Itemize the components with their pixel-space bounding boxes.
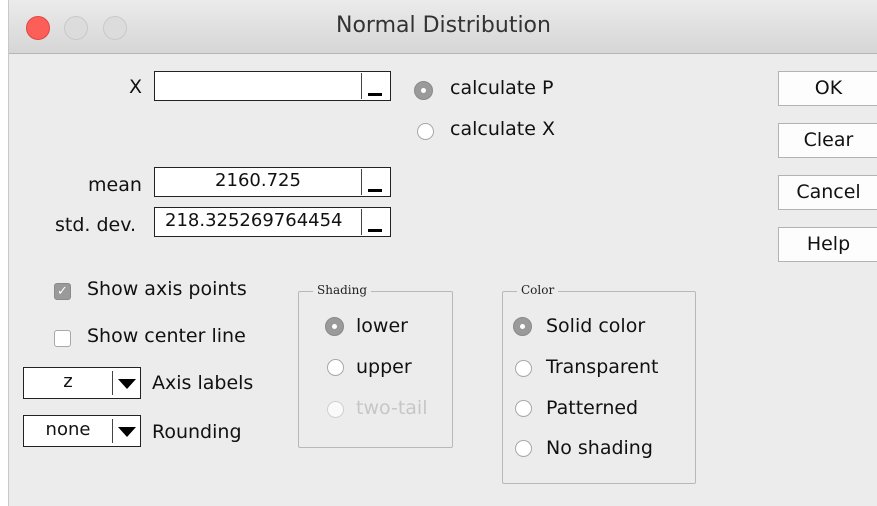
rounding-select[interactable]: none bbox=[23, 415, 141, 447]
x-label: X bbox=[129, 76, 143, 98]
shading-upper-radio[interactable] bbox=[327, 359, 344, 376]
std-dev-field[interactable]: 218.325269764454 bbox=[154, 207, 391, 237]
color-patterned-radio[interactable] bbox=[515, 400, 532, 417]
clear-button[interactable]: Clear bbox=[778, 123, 877, 158]
color-solid-label[interactable]: Solid color bbox=[546, 315, 645, 337]
color-no-shading-radio[interactable] bbox=[515, 440, 532, 457]
normal-distribution-dialog: Normal Distribution X calculate P calcul… bbox=[8, 0, 877, 506]
show-axis-points-label[interactable]: Show axis points bbox=[87, 278, 247, 300]
show-axis-points-checkbox[interactable]: ✓ bbox=[54, 283, 71, 300]
x-field[interactable] bbox=[154, 71, 391, 101]
mean-picker-button[interactable] bbox=[361, 169, 390, 195]
std-dev-label: std. dev. bbox=[55, 214, 137, 236]
color-group-title: Color bbox=[517, 283, 559, 297]
shading-two-tail-label: two-tail bbox=[356, 397, 428, 419]
chevron-down-icon[interactable] bbox=[112, 419, 141, 443]
show-center-line-label[interactable]: Show center line bbox=[87, 325, 246, 347]
shading-upper-label[interactable]: upper bbox=[356, 356, 412, 378]
chevron-down-icon[interactable] bbox=[112, 371, 141, 395]
calculate-p-radio[interactable] bbox=[414, 81, 433, 100]
cancel-button[interactable]: Cancel bbox=[778, 175, 877, 210]
std-dev-picker-button[interactable] bbox=[361, 209, 390, 235]
mean-field[interactable]: 2160.725 bbox=[154, 167, 391, 197]
calculate-p-label[interactable]: calculate P bbox=[450, 77, 553, 99]
color-transparent-radio[interactable] bbox=[515, 360, 532, 377]
shading-group-title: Shading bbox=[313, 283, 372, 297]
calculate-x-radio[interactable] bbox=[417, 123, 434, 140]
mean-label: mean bbox=[88, 174, 142, 196]
axis-labels-value: z bbox=[63, 371, 73, 392]
title-bar: Normal Distribution bbox=[9, 0, 877, 54]
window-title: Normal Distribution bbox=[336, 13, 551, 38]
show-center-line-checkbox[interactable] bbox=[54, 330, 71, 347]
axis-labels-label: Axis labels bbox=[152, 372, 254, 394]
color-transparent-label[interactable]: Transparent bbox=[546, 356, 659, 378]
rounding-value: none bbox=[45, 419, 91, 440]
mean-field-value: 2160.725 bbox=[215, 170, 301, 191]
axis-labels-select[interactable]: z bbox=[23, 367, 141, 399]
color-patterned-label[interactable]: Patterned bbox=[546, 397, 638, 419]
shading-two-tail-radio bbox=[327, 401, 344, 418]
ok-button[interactable]: OK bbox=[778, 71, 877, 106]
color-no-shading-label[interactable]: No shading bbox=[546, 437, 653, 459]
std-dev-field-value: 218.325269764454 bbox=[165, 210, 343, 231]
shading-lower-radio[interactable] bbox=[325, 317, 344, 336]
x-field-picker-button[interactable] bbox=[361, 73, 390, 99]
calculate-x-label[interactable]: calculate X bbox=[450, 118, 555, 140]
rounding-label: Rounding bbox=[152, 421, 242, 443]
shading-lower-label[interactable]: lower bbox=[356, 315, 408, 337]
color-solid-radio[interactable] bbox=[513, 317, 532, 336]
help-button[interactable]: Help bbox=[778, 227, 877, 262]
